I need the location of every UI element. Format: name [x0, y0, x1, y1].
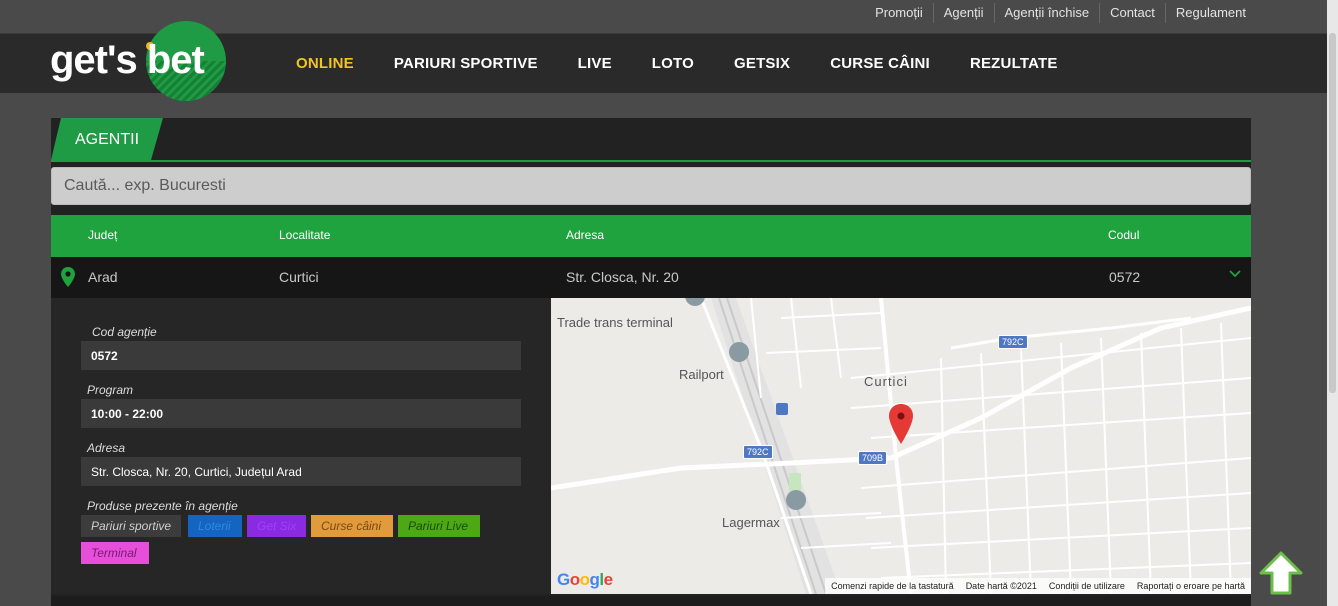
nav-online[interactable]: ONLINE [296, 55, 354, 72]
header-judet: Județ [88, 228, 118, 242]
top-links: Promoții Agenții Agenții închise Contact… [865, 0, 1256, 26]
map[interactable]: Trade trans terminal Railport Curtici La… [551, 298, 1251, 594]
map-label-curtici: Curtici [864, 374, 908, 389]
cell-adresa: Str. Closca, Nr. 20 [566, 269, 679, 285]
panel-tab-agentii: AGENTII [51, 118, 163, 160]
top-link-agentii[interactable]: Agenții [932, 3, 994, 23]
map-footer-shortcuts[interactable]: Comenzi rapide de la tastatură [831, 581, 954, 591]
map-label-trade-trans: Trade trans terminal [557, 315, 673, 330]
nav-pariuri-sportive[interactable]: PARIURI SPORTIVE [394, 55, 538, 72]
logo[interactable]: get's bet [50, 18, 230, 101]
cell-codul: 0572 [1109, 269, 1141, 285]
logo-text: get's bet [50, 38, 205, 82]
nav-rezultate[interactable]: REZULTATE [970, 55, 1058, 72]
map-footer-terms[interactable]: Condiții de utilizare [1049, 581, 1125, 591]
product-tag-get-six: Get Six [247, 515, 306, 537]
nav-live[interactable]: LIVE [578, 55, 612, 72]
label-adresa: Adresa [87, 441, 126, 455]
next-row-strip [51, 596, 1251, 606]
label-program: Program [87, 383, 134, 397]
main-nav: get's bet ONLINE PARIURI SPORTIVE LIVE L… [0, 21, 1338, 101]
top-link-agentii-inchise[interactable]: Agenții închise [993, 3, 1100, 23]
value-program: 10:00 - 22:00 [81, 399, 521, 428]
search-input[interactable] [51, 167, 1251, 205]
nav-getsix[interactable]: GETSIX [734, 55, 790, 72]
road-badge-709b: 709B [858, 451, 888, 465]
nav-items: ONLINE PARIURI SPORTIVE LIVE LOTO GETSIX… [296, 34, 1098, 92]
header-codul: Codul [1108, 228, 1140, 242]
product-tag-pariuri-live: Pariuri Live [398, 515, 480, 537]
nav-curse-caini[interactable]: CURSE CÂINI [830, 55, 930, 72]
product-tag-loterii: Loterii [188, 515, 242, 537]
scroll-up-arrow-icon[interactable] [1258, 550, 1304, 596]
header-adresa: Adresa [566, 228, 605, 242]
nav-loto[interactable]: LOTO [652, 55, 694, 72]
cell-judet: Arad [88, 269, 118, 285]
road-badge-792c-east: 792C [998, 335, 1028, 349]
road-badge-792c-west: 792C [743, 445, 773, 459]
product-tag-pariuri-sportive: Pariuri sportive [81, 515, 182, 537]
map-label-railport: Railport [679, 367, 724, 382]
cell-localitate: Curtici [279, 269, 319, 285]
panel-header: AGENTII [51, 118, 1251, 162]
product-tag-terminal: Terminal [81, 542, 149, 564]
label-produse: Produse prezente în agenție [87, 499, 238, 513]
product-tag-curse-caini: Curse câini [311, 515, 393, 537]
map-roads [551, 298, 1251, 594]
value-cod-agentie: 0572 [81, 341, 521, 370]
agencies-panel: AGENTII Județ Localitate Adresa Codul Ar… [51, 118, 1251, 606]
label-cod-agentie: Cod agenție [92, 325, 157, 339]
map-label-lagermax: Lagermax [722, 515, 780, 530]
location-pin-icon [61, 267, 75, 287]
map-footer-data: Date hartă ©2021 [965, 581, 1037, 591]
chevron-down-icon[interactable] [1229, 269, 1241, 279]
table-row[interactable]: Arad Curtici Str. Closca, Nr. 20 0572 [51, 257, 1251, 298]
header-localitate: Localitate [279, 228, 331, 242]
table-header: Județ Localitate Adresa Codul [51, 215, 1251, 257]
map-footer: Comenzi rapide de la tastatură Date hart… [825, 578, 1251, 594]
panel-title: AGENTII [75, 131, 140, 148]
value-adresa: Str. Closca, Nr. 20, Curtici, Județul Ar… [81, 457, 521, 486]
map-footer-report[interactable]: Raportați o eroare pe hartă [1137, 581, 1245, 591]
google-logo: Google [557, 570, 613, 589]
page-scrollbar[interactable] [1327, 0, 1338, 606]
top-link-promotii[interactable]: Promoții [865, 3, 933, 23]
top-link-contact[interactable]: Contact [1099, 3, 1165, 23]
top-link-regulament[interactable]: Regulament [1164, 3, 1256, 23]
